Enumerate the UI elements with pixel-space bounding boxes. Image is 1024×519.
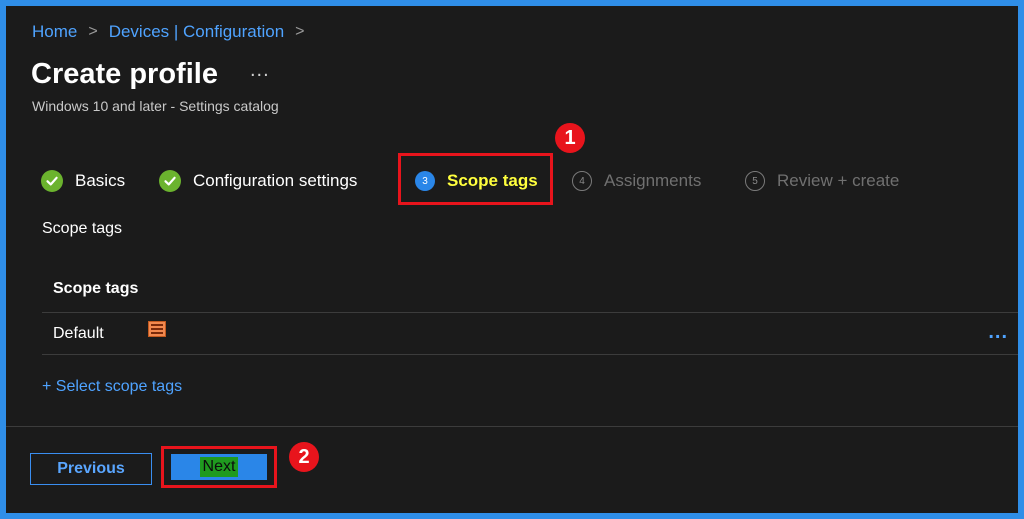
breadcrumb-devices-configuration[interactable]: Devices | Configuration	[109, 22, 284, 42]
divider	[42, 312, 1018, 313]
checkmark-icon	[41, 170, 63, 192]
callout-badge-1: 1	[555, 123, 585, 153]
page-title: Create profile	[31, 58, 218, 90]
step-assignments: 4 Assignments	[572, 161, 701, 201]
more-options-icon[interactable]: ...	[250, 59, 270, 82]
scope-tag-value: Default	[53, 325, 104, 342]
page-subtitle: Windows 10 and later - Settings catalog	[32, 98, 279, 114]
row-more-options-icon[interactable]: ...	[988, 322, 1008, 342]
checkmark-icon	[159, 170, 181, 192]
step-configuration-settings[interactable]: Configuration settings	[159, 161, 357, 201]
step-number-icon: 5	[745, 171, 765, 191]
highlight-box-next: Next	[161, 446, 277, 488]
breadcrumb-separator: >	[295, 23, 305, 40]
step-label: Basics	[75, 171, 126, 190]
step-basics[interactable]: Basics	[41, 161, 125, 201]
title-row: Create profile ...	[31, 58, 270, 91]
portal-frame: Home > Devices | Configuration > Create …	[6, 6, 1018, 513]
section-label: Scope tags	[42, 220, 123, 237]
step-label: Review + create	[777, 171, 900, 190]
previous-button[interactable]: Previous	[30, 453, 152, 485]
highlight-box-scope-tags	[398, 153, 553, 205]
footer-divider	[6, 426, 1018, 427]
step-review-create: 5 Review + create	[745, 161, 899, 201]
breadcrumb: Home > Devices | Configuration >	[32, 22, 316, 42]
table-column-header: Scope tags	[53, 280, 139, 297]
step-number-icon: 4	[572, 171, 592, 191]
step-label: Configuration settings	[193, 171, 358, 190]
step-label: Assignments	[604, 171, 702, 190]
breadcrumb-separator: >	[88, 23, 98, 40]
next-button-label: Next	[199, 457, 239, 477]
next-button[interactable]: Next	[171, 454, 267, 480]
select-scope-tags-link[interactable]: + Select scope tags	[42, 378, 182, 396]
divider	[42, 354, 1018, 355]
logo-watermark-icon	[148, 321, 166, 337]
breadcrumb-home[interactable]: Home	[32, 22, 77, 42]
callout-badge-2: 2	[289, 442, 319, 472]
